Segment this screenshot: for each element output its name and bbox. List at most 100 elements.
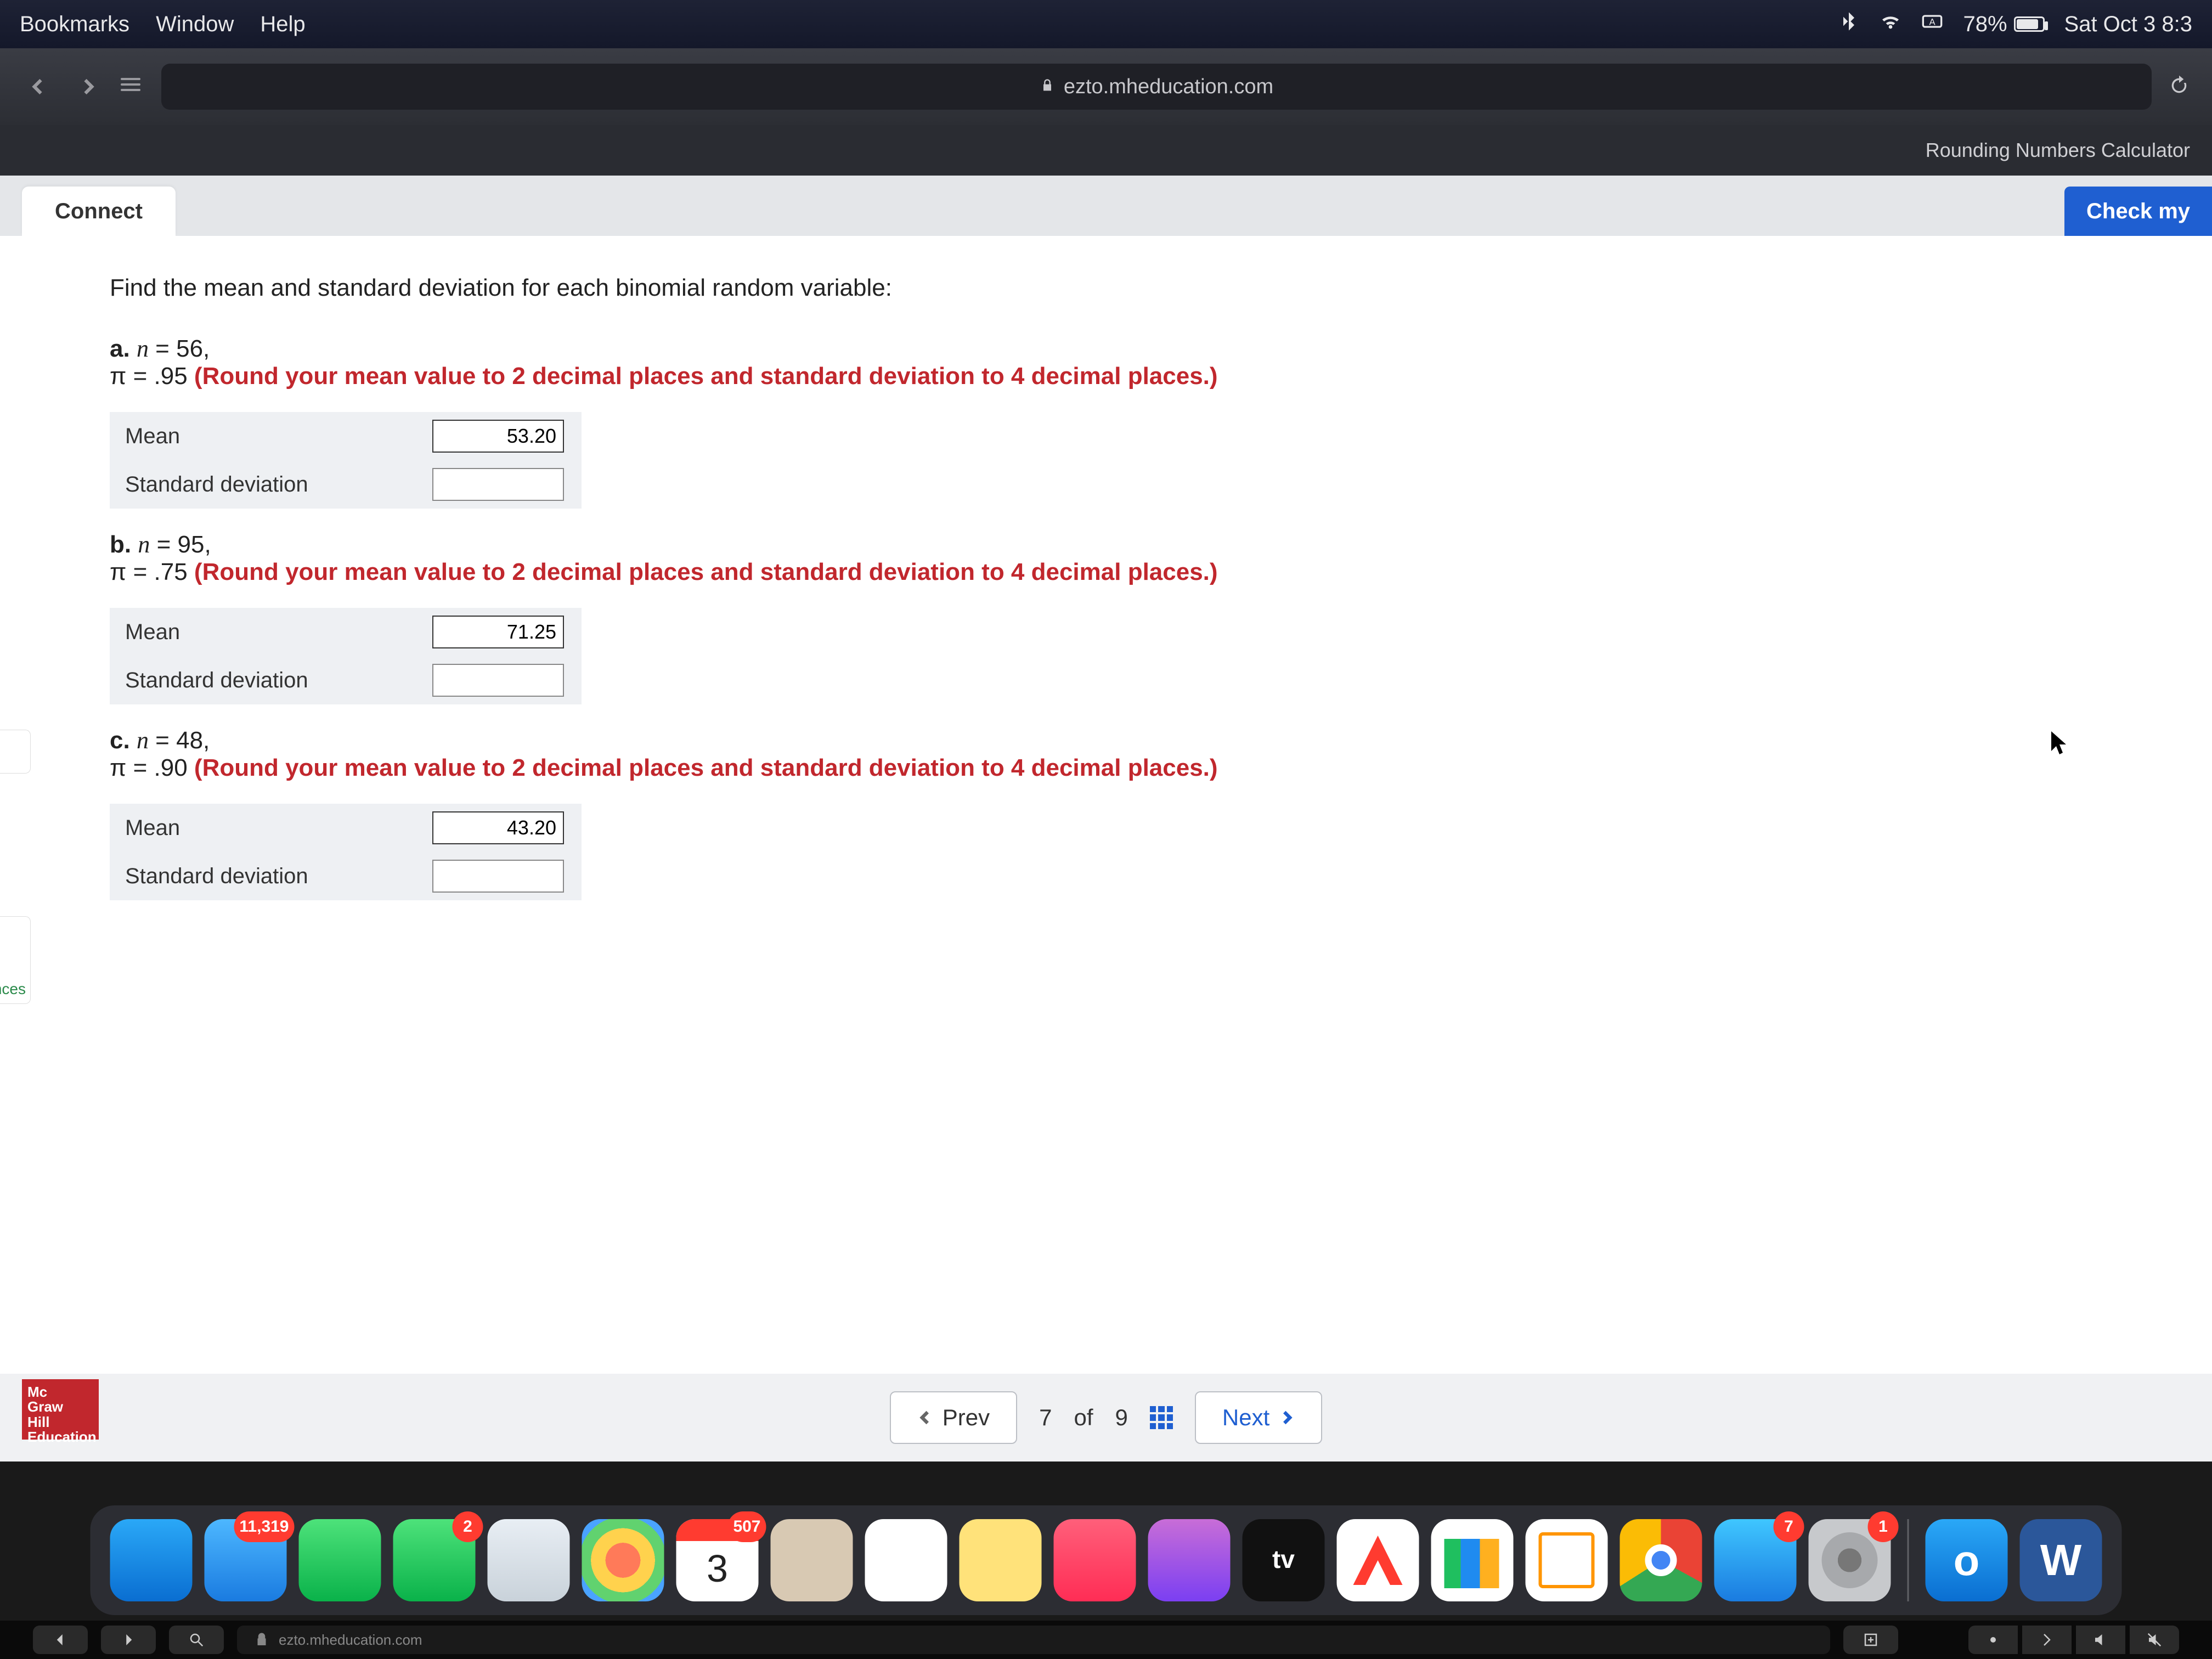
appstore-badge: 7 — [1774, 1511, 1804, 1542]
dock-calendar[interactable]: 3507 — [676, 1519, 759, 1601]
part-b-instruction: (Round your mean value to 2 decimal plac… — [194, 558, 1218, 585]
part-a-instruction: (Round your mean value to 2 decimal plac… — [194, 363, 1218, 390]
menubar-datetime[interactable]: Sat Oct 3 8:3 — [2064, 12, 2192, 37]
battery-status[interactable]: 78% — [1963, 12, 2044, 37]
question-grid-icon[interactable] — [1150, 1406, 1173, 1429]
part-c-mean-input[interactable] — [432, 811, 564, 844]
part-a: a. n = 56, π = .95 (Round your mean valu… — [110, 335, 2163, 509]
dock-messages[interactable]: 2 — [393, 1519, 476, 1601]
tab-connect[interactable]: Connect — [22, 187, 176, 236]
sidebar-toggle-icon[interactable] — [121, 75, 145, 99]
menu-window[interactable]: Window — [156, 12, 234, 37]
next-button[interactable]: Next — [1195, 1391, 1322, 1444]
back-button[interactable] — [22, 65, 55, 109]
question-prompt: Find the mean and standard deviation for… — [110, 274, 2163, 302]
keyboard-input-icon[interactable]: A — [1921, 10, 1943, 38]
part-c-instruction: (Round your mean value to 2 decimal plac… — [194, 754, 1218, 781]
lock-icon — [1040, 75, 1055, 99]
battery-percent: 78% — [1963, 12, 2007, 37]
part-b-mean-input[interactable] — [432, 616, 564, 648]
tb-newtab[interactable] — [1843, 1626, 1898, 1654]
dock-separator — [1908, 1519, 1909, 1601]
dock-numbers[interactable] — [1431, 1519, 1514, 1601]
bookmarks-bar: Rounding Numbers Calculator — [0, 125, 2212, 176]
dock-chrome[interactable] — [1620, 1519, 1702, 1601]
sysprefs-badge: 1 — [1868, 1511, 1899, 1542]
dock-contacts[interactable] — [771, 1519, 853, 1601]
menu-bookmarks[interactable]: Bookmarks — [20, 12, 129, 37]
url-text: ezto.mheducation.com — [1064, 75, 1273, 99]
macos-dock: 11,319 2 3507 tv 7 1 o W — [91, 1505, 2122, 1615]
dock-notes[interactable] — [960, 1519, 1042, 1601]
menu-help[interactable]: Help — [260, 12, 305, 37]
pager-total: 9 — [1115, 1404, 1128, 1431]
label-mean: Mean — [110, 412, 417, 460]
dock-mail[interactable]: 11,319 — [205, 1519, 287, 1601]
part-b-params: b. n = 95, π = .75 (Round your mean valu… — [110, 531, 2163, 586]
wifi-icon[interactable] — [1880, 10, 1901, 38]
tv-label: tv — [1243, 1544, 1325, 1574]
tb-url[interactable]: ezto.mheducation.com — [237, 1626, 1830, 1654]
dock-appstore[interactable]: 7 — [1714, 1519, 1797, 1601]
tb-back[interactable] — [33, 1626, 88, 1654]
tb-mute-icon[interactable] — [2130, 1626, 2179, 1654]
pager-of: of — [1074, 1404, 1093, 1431]
chevron-left-icon — [917, 1409, 934, 1426]
side-tab-1[interactable] — [0, 730, 31, 774]
address-bar[interactable]: ezto.mheducation.com — [161, 64, 2152, 110]
dock-photos[interactable] — [582, 1519, 664, 1601]
chevron-right-icon — [1278, 1409, 1295, 1426]
tb-lock-icon — [253, 1632, 270, 1648]
prev-button[interactable]: Prev — [890, 1391, 1017, 1444]
battery-icon — [2014, 16, 2045, 32]
safari-toolbar: ezto.mheducation.com — [0, 48, 2212, 125]
question-pager: Prev 7 of 9 Next — [0, 1374, 2212, 1462]
macos-menubar: Bookmarks Window Help A 78% Sat Oct 3 8:… — [0, 0, 2212, 48]
mail-badge: 11,319 — [234, 1511, 294, 1542]
dock-word[interactable]: W — [2020, 1519, 2102, 1601]
side-tab-references[interactable]: nces — [0, 916, 31, 1004]
part-b: b. n = 95, π = .75 (Round your mean valu… — [110, 531, 2163, 704]
bluetooth-icon[interactable] — [1838, 10, 1860, 38]
dock-reminders[interactable] — [865, 1519, 947, 1601]
forward-button[interactable] — [71, 65, 104, 109]
mouse-cursor-icon — [2050, 730, 2069, 759]
dock-outlook[interactable]: o — [1926, 1519, 2008, 1601]
mcgraw-hill-logo: Mc Graw Hill Education — [22, 1379, 99, 1440]
tb-url-text: ezto.mheducation.com — [279, 1632, 422, 1649]
tb-search-icon[interactable] — [169, 1626, 224, 1654]
word-letter: W — [2020, 1519, 2102, 1601]
dock-podcasts[interactable] — [1148, 1519, 1231, 1601]
calendar-badge: 507 — [727, 1511, 766, 1542]
side-tab-label: nces — [0, 980, 26, 998]
svg-text:A: A — [1929, 17, 1936, 27]
outlook-letter: o — [1926, 1519, 2008, 1601]
part-a-sd-input[interactable] — [432, 468, 564, 501]
question-sheet: nces Find the mean and standard deviatio… — [0, 236, 2212, 1374]
dock-tv[interactable]: tv — [1243, 1519, 1325, 1601]
tb-volume-icon[interactable] — [2076, 1626, 2125, 1654]
dock-facetime[interactable] — [299, 1519, 381, 1601]
part-a-mean-input[interactable] — [432, 420, 564, 453]
pager-current: 7 — [1039, 1404, 1052, 1431]
tb-control-strip — [1968, 1626, 2179, 1654]
dock-system-preferences[interactable]: 1 — [1809, 1519, 1891, 1601]
part-a-table: Mean Standard deviation — [110, 412, 582, 509]
page-tabstrip: Connect Check my — [0, 176, 2212, 236]
part-c: c. n = 48, π = .90 (Round your mean valu… — [110, 726, 2163, 900]
tb-forward[interactable] — [101, 1626, 156, 1654]
tb-brightness-icon[interactable] — [1968, 1626, 2018, 1654]
web-page: Connect Check my nces Find the mean and … — [0, 176, 2212, 1462]
bookmark-rounding-calculator[interactable]: Rounding Numbers Calculator — [1926, 139, 2190, 162]
dock-maps[interactable] — [488, 1519, 570, 1601]
dock-pages[interactable] — [1526, 1519, 1608, 1601]
dock-news[interactable] — [1337, 1519, 1419, 1601]
dock-finder[interactable] — [110, 1519, 193, 1601]
tb-expand-icon[interactable] — [2022, 1626, 2072, 1654]
dock-music[interactable] — [1054, 1519, 1136, 1601]
reload-button[interactable] — [2168, 75, 2190, 99]
check-my-work-button[interactable]: Check my — [2064, 187, 2212, 236]
part-b-sd-input[interactable] — [432, 664, 564, 697]
part-c-sd-input[interactable] — [432, 860, 564, 893]
touch-bar: ezto.mheducation.com — [0, 1621, 2212, 1659]
